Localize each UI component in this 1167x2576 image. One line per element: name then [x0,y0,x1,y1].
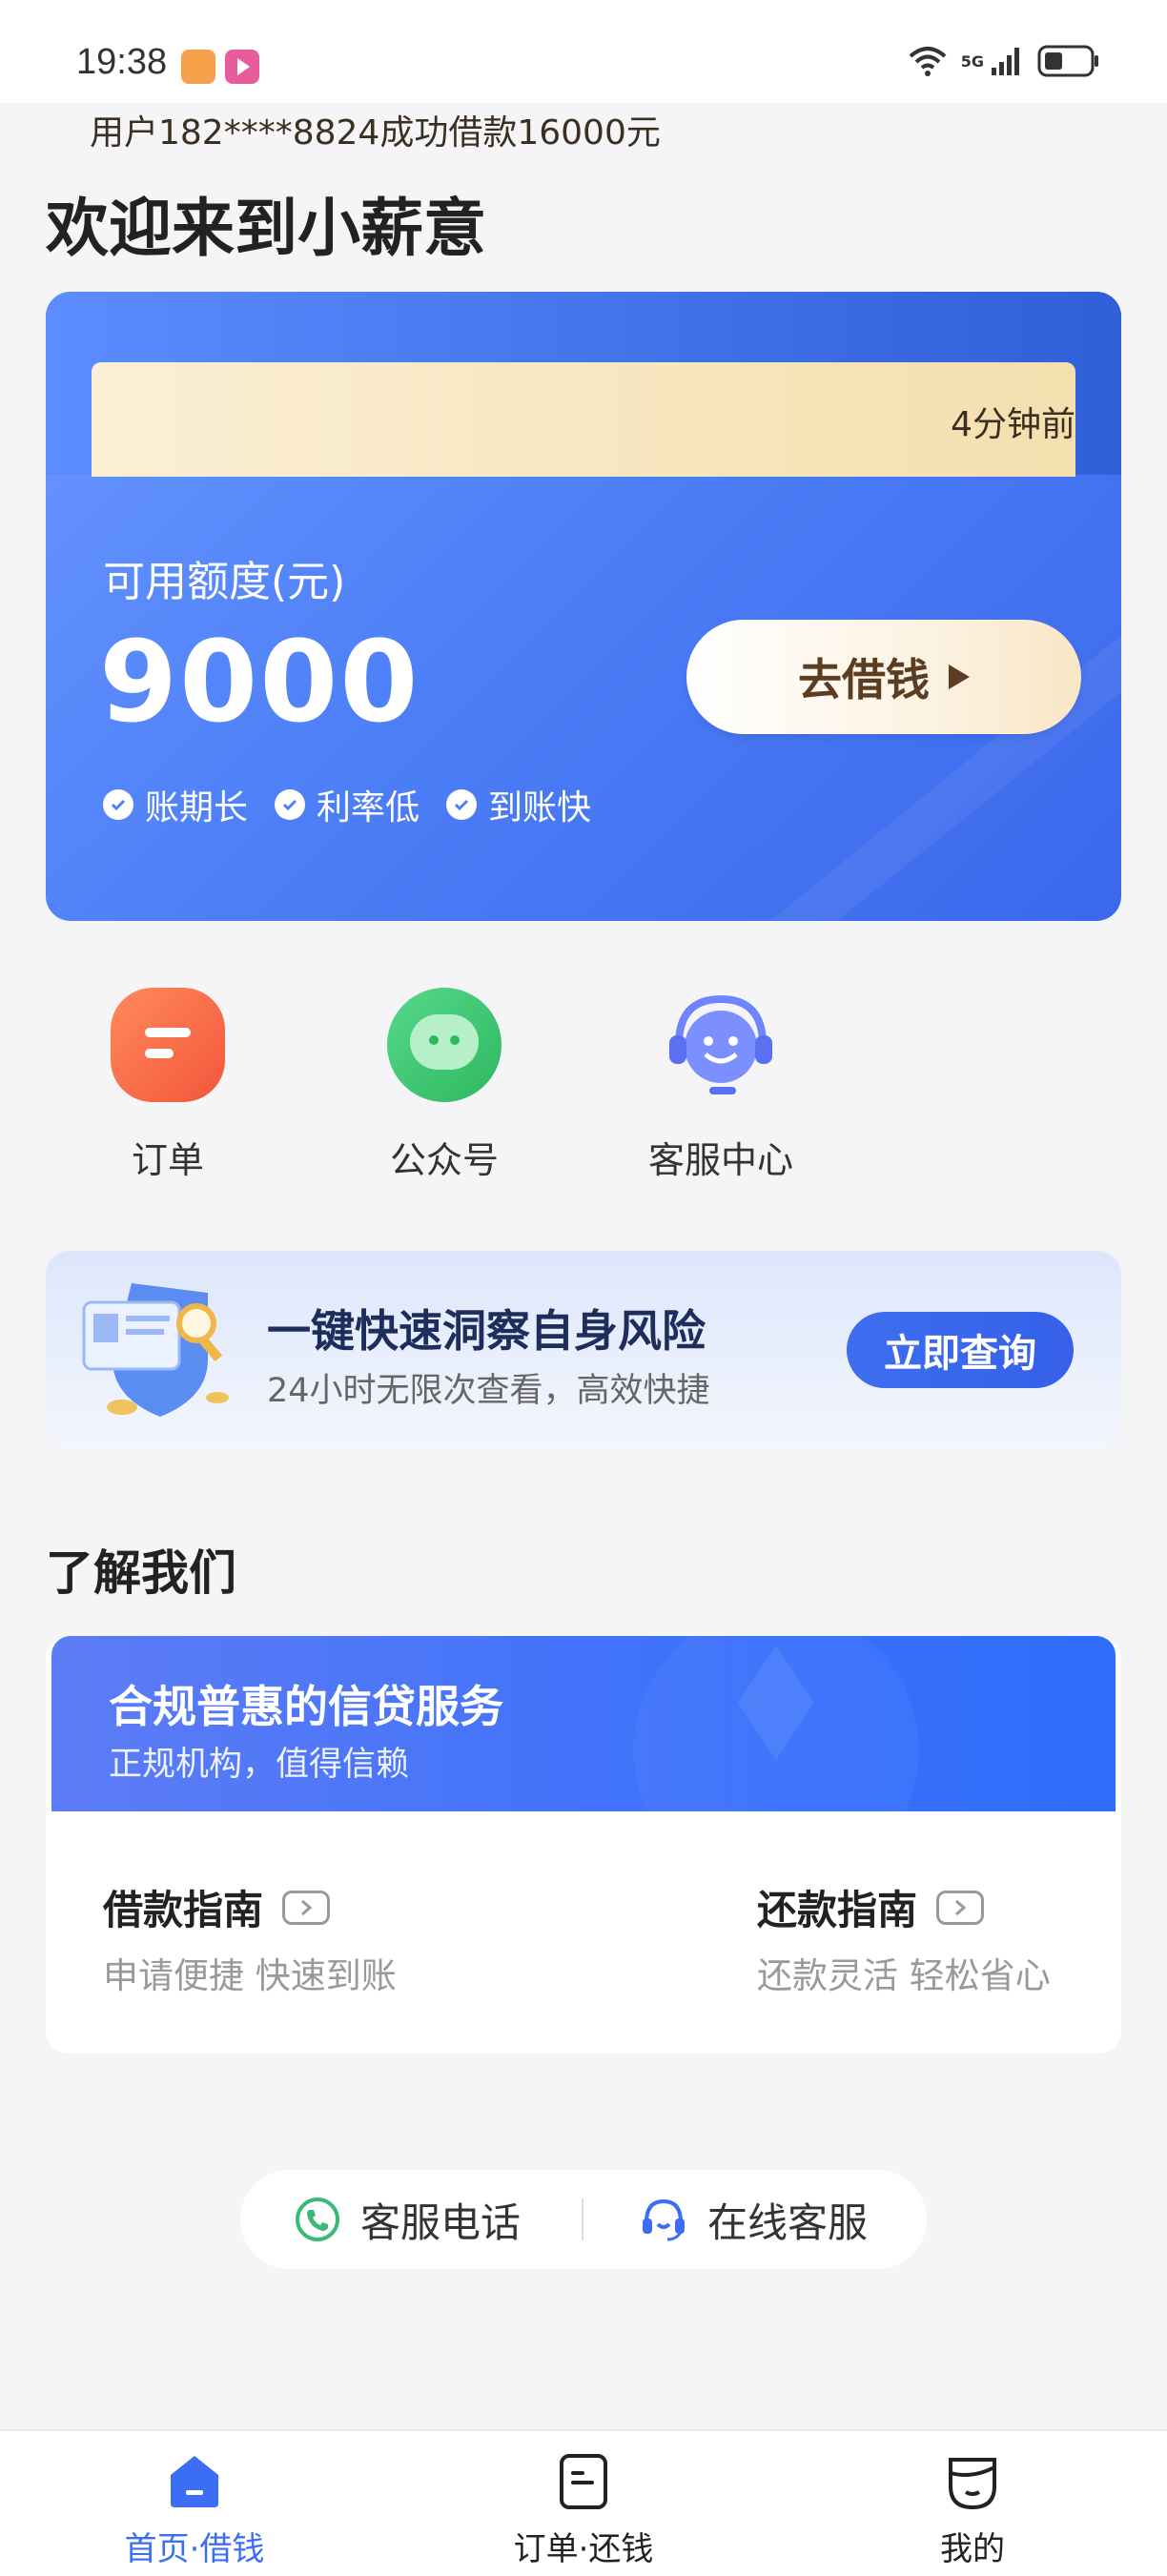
available-credit-label: 可用额度(元) [103,558,346,606]
tab-home-borrow[interactable]: 首页·借钱 [51,2450,338,2569]
about-card-header: 合规普惠的信贷服务 正规机构，值得信赖 [51,1636,1116,1811]
wifi-icon [909,47,947,76]
online-service-label: 在线客服 [707,2198,869,2246]
contact-bar: 客服电话 在线客服 [240,2170,927,2269]
about-section-title: 了解我们 [46,1545,236,1601]
perk-label: 到账快 [488,788,592,828]
check-icon [103,789,133,820]
status-time: 19:38 [76,42,168,82]
status-bar: 19:38 5G [0,0,1167,103]
page-title: 欢迎来到小薪意 [46,192,486,265]
perk-label: 账期长 [145,788,249,828]
perk-label: 利率低 [317,788,420,828]
loan-notice-time: 4分钟前 [951,405,1075,444]
risk-check-banner[interactable]: 一键快速洞察自身风险 24小时无限次查看，高效快捷 立即查询 [46,1251,1121,1447]
bottom-nav: 首页·借钱 订单·还钱 我的 [0,2429,1167,2576]
headset-icon [643,2198,685,2241]
bill-icon [560,2454,607,2509]
shortcut-label: 客服中心 [647,1139,793,1181]
borrow-guide-link[interactable]: 借款指南 [103,1878,331,1936]
banner-subtitle: 24小时无限次查看，高效快捷 [267,1372,710,1410]
shortcut-wechat[interactable]: 公众号 [349,988,540,1183]
shortcut-label: 公众号 [389,1139,499,1181]
repay-guide-title: 还款指南 [757,1887,918,1933]
shortcut-label: 订单 [131,1139,204,1181]
battery-icon [1037,45,1098,77]
customer-phone-button[interactable]: 客服电话 [294,2170,521,2269]
shortcut-order[interactable]: 订单 [72,988,263,1183]
network-type: 5G [960,51,984,71]
check-icon [275,789,305,820]
repay-guide-subtitle: 还款灵活 轻松省心 [757,1955,1051,1996]
perk-item: 到账快 [446,780,591,829]
divider [582,2198,584,2240]
tab-mine[interactable]: 我的 [829,2450,1116,2569]
perk-item: 账期长 [103,780,248,829]
phone-icon [296,2198,339,2241]
customer-service-icon [664,988,778,1102]
order-icon [111,988,225,1102]
profile-icon [949,2458,996,2510]
status-indicators: 5G [908,44,1100,78]
borrow-button-label: 去借钱 [798,654,930,705]
borrow-guide-title: 借款指南 [103,1887,264,1933]
tab-label: 我的 [940,2530,1005,2568]
play-arrow-icon [949,664,970,689]
banner-title: 一键快速洞察自身风险 [267,1305,706,1357]
borrow-guide-subtitle: 申请便捷 快速到账 [103,1955,397,1996]
header-decoration [633,1636,919,1811]
report-shield-icon [82,1283,229,1417]
loan-notice-text: 用户182****8824成功借款16000元 [90,113,661,153]
chevron-right-icon [282,1890,331,1925]
app-notification-icon [181,50,215,84]
wechat-icon [387,988,502,1102]
chevron-right-icon [936,1890,985,1925]
tab-label: 首页·借钱 [124,2530,265,2568]
signal-icon [992,48,1019,75]
available-credit-amount: 9000 [99,616,420,747]
about-head-subtitle: 正规机构，值得信赖 [109,1746,410,1784]
customer-phone-label: 客服电话 [360,2198,522,2246]
query-now-button[interactable]: 立即查询 [847,1312,1074,1388]
tab-orders-repay[interactable]: 订单·还钱 [440,2450,727,2569]
shortcut-service-center[interactable]: 客服中心 [625,988,816,1183]
check-icon [446,789,477,820]
video-app-icon [225,50,259,84]
perk-item: 利率低 [275,780,420,829]
online-service-button[interactable]: 在线客服 [639,2170,868,2269]
tab-label: 订单·还钱 [513,2530,654,2568]
borrow-button[interactable]: 去借钱 [686,620,1081,734]
home-icon [171,2456,218,2507]
repay-guide-link[interactable]: 还款指南 [757,1878,985,1936]
about-head-title: 合规普惠的信贷服务 [109,1681,503,1732]
about-card: 合规普惠的信贷服务 正规机构，值得信赖 借款指南 申请便捷 快速到账 还款指南 … [46,1636,1121,2054]
